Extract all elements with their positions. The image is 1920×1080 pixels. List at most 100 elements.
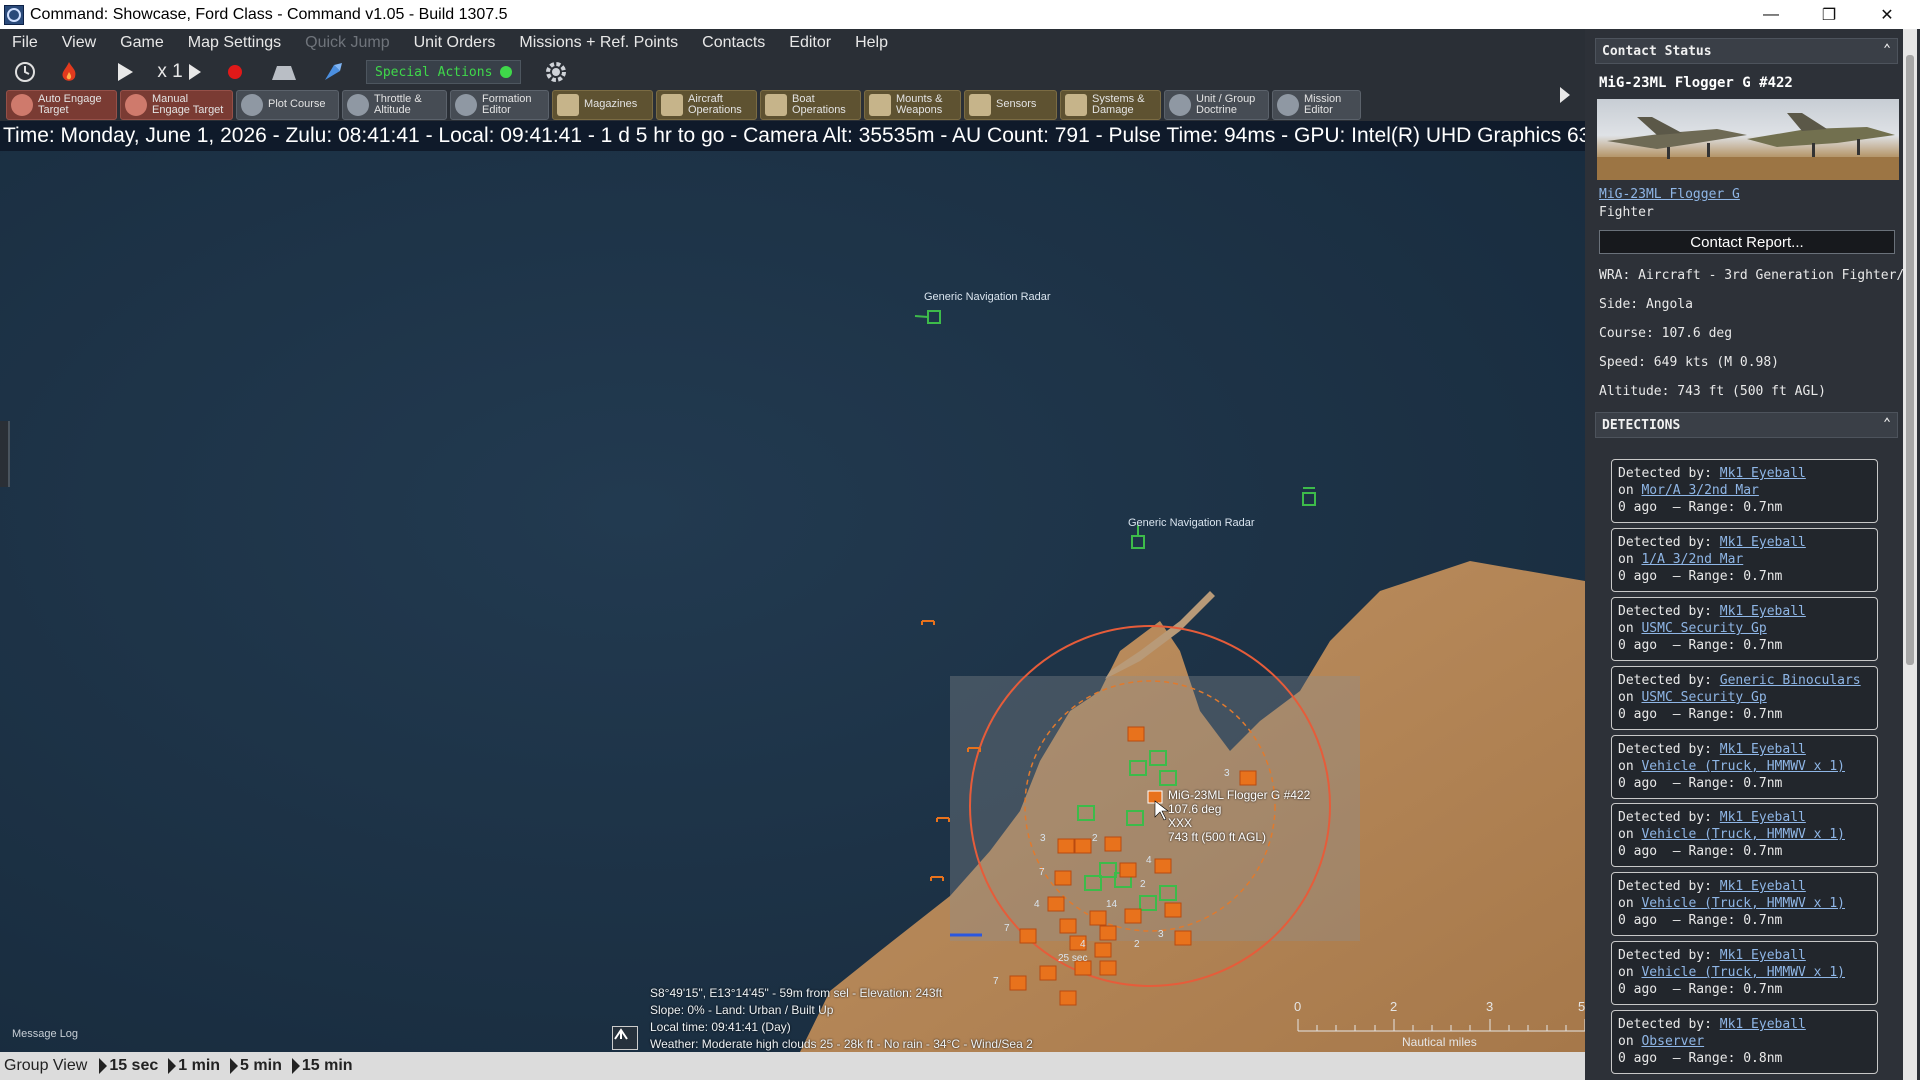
systems-damage-button[interactable]: Systems & Damage xyxy=(1060,89,1161,120)
detection-unit-link[interactable]: 1/A 3/2nd Mar xyxy=(1641,552,1743,567)
menu-file[interactable]: File xyxy=(0,34,50,52)
special-actions-button[interactable]: Special Actions xyxy=(366,60,522,84)
detection-on-prefix: on xyxy=(1618,896,1642,911)
plot-course-button[interactable]: Plot Course xyxy=(236,89,339,120)
manual-engage-button[interactable]: Manual Engage Target xyxy=(120,89,233,120)
detection-unit-link[interactable]: Mor/A 3/2nd Mar xyxy=(1641,483,1758,498)
detection-sensor-link[interactable]: Mk1 Eyeball xyxy=(1720,879,1806,894)
mounts-weapons-button[interactable]: Mounts & Weapons xyxy=(864,89,961,120)
menu-quick-jump[interactable]: Quick Jump xyxy=(293,34,401,52)
message-log-tab[interactable]: Message Log xyxy=(0,1020,600,1042)
detection-time-line: 0 ago – Range: 0.7nm xyxy=(1618,843,1877,860)
doctrine-icon xyxy=(1169,93,1191,116)
menu-contacts[interactable]: Contacts xyxy=(690,34,777,52)
detection-on-line: on Mor/A 3/2nd Mar xyxy=(1618,482,1877,499)
detection-by-line: Detected by: Mk1 Eyeball xyxy=(1618,1016,1877,1033)
radar-label: Generic Navigation Radar xyxy=(1128,517,1255,529)
collapse-panel-button[interactable] xyxy=(1555,81,1575,109)
menu-missions[interactable]: Missions + Ref. Points xyxy=(507,34,690,52)
sensors-button[interactable]: Sensors xyxy=(964,89,1057,120)
detection-unit-link[interactable]: Vehicle (Truck, HMMWV x 1) xyxy=(1641,827,1845,842)
detection-sensor-link[interactable]: Mk1 Eyeball xyxy=(1720,742,1806,757)
cursor-weather: Weather: Moderate high clouds 25 - 28k f… xyxy=(650,1037,1033,1051)
group-icon[interactable] xyxy=(260,58,308,86)
doctrine-button[interactable]: Unit / Group Doctrine xyxy=(1164,89,1269,120)
compass-icon xyxy=(241,93,263,116)
unit-count-label: 3 xyxy=(1224,768,1230,779)
detection-time-line: 0 ago – Range: 0.7nm xyxy=(1618,499,1877,516)
record-icon[interactable] xyxy=(216,58,254,86)
time-step-5min[interactable]: 5 min xyxy=(226,1057,288,1075)
detection-sensor-link[interactable]: Mk1 Eyeball xyxy=(1720,948,1806,963)
detection-sensor-link[interactable]: Mk1 Eyeball xyxy=(1720,810,1806,825)
scrollbar-thumb[interactable] xyxy=(1906,55,1914,665)
detection-time-line: 0 ago – Range: 0.8nm xyxy=(1618,1050,1877,1067)
group-view-button[interactable]: Group View xyxy=(0,1057,95,1075)
magazines-button[interactable]: Magazines xyxy=(552,89,653,120)
side-drawer-handle[interactable] xyxy=(0,421,10,487)
flame-icon[interactable] xyxy=(50,58,88,86)
contact-report-button[interactable]: Contact Report... xyxy=(1599,230,1895,254)
unit-count-label: 4 xyxy=(1034,899,1040,910)
menu-view[interactable]: View xyxy=(50,34,108,52)
speed-button[interactable]: x 1 xyxy=(150,58,210,86)
mission-editor-button[interactable]: Mission Editor xyxy=(1272,89,1361,120)
detection-unit-link[interactable]: Vehicle (Truck, HMMWV x 1) xyxy=(1641,965,1845,980)
unit-count-label: 2 xyxy=(1092,833,1098,844)
detection-sensor-link[interactable]: Mk1 Eyeball xyxy=(1720,535,1806,550)
contact-status-header[interactable]: Contact Status ⌃ xyxy=(1595,38,1898,64)
weapons-icon xyxy=(869,93,891,116)
time-step-1min[interactable]: 1 min xyxy=(164,1057,226,1075)
detection-sensor-link[interactable]: Generic Binoculars xyxy=(1720,673,1861,688)
waypoint-icon[interactable] xyxy=(314,58,352,86)
minimize-button[interactable]: — xyxy=(1742,0,1800,29)
speed-label: x 1 xyxy=(157,61,183,82)
tactical-map[interactable]: Generic Navigation Radar Generic Navigat… xyxy=(0,151,1585,1052)
scale-tick-label: 2 xyxy=(1390,999,1398,1014)
detection-time-line: 0 ago – Range: 0.7nm xyxy=(1618,706,1877,723)
time-step-15sec[interactable]: 15 sec xyxy=(95,1057,164,1075)
menu-map-settings[interactable]: Map Settings xyxy=(176,34,293,52)
detection-age: 0 ago xyxy=(1618,569,1658,584)
panel-scrollbar[interactable] xyxy=(1903,29,1917,1080)
gear-icon[interactable] xyxy=(537,58,575,86)
formation-editor-button[interactable]: Formation Editor xyxy=(450,89,549,120)
chevron-up-icon[interactable]: ⌃ xyxy=(1883,416,1891,431)
sensor-icon xyxy=(969,93,991,116)
detection-unit-link[interactable]: Observer xyxy=(1641,1034,1704,1049)
maximize-button[interactable]: ❐ xyxy=(1800,0,1858,29)
play-icon[interactable] xyxy=(106,58,144,86)
aircraft-operations-button[interactable]: Aircraft Operations xyxy=(656,89,757,120)
map-view-icon[interactable] xyxy=(612,1026,638,1050)
close-button[interactable]: ✕ xyxy=(1858,0,1916,29)
detection-time-line: 0 ago – Range: 0.7nm xyxy=(1618,568,1877,585)
contact-wra: WRA: Aircraft - 3rd Generation Fighter/ xyxy=(1599,268,1904,283)
detection-by-line: Detected by: Mk1 Eyeball xyxy=(1618,947,1877,964)
detection-unit-link[interactable]: USMC Security Gp xyxy=(1641,621,1766,636)
aircraft-class-link[interactable]: MiG-23ML Flogger G xyxy=(1599,187,1740,202)
auto-engage-button[interactable]: Auto Engage Target xyxy=(6,89,117,120)
detection-unit-link[interactable]: USMC Security Gp xyxy=(1641,690,1766,705)
throttle-altitude-button[interactable]: Throttle & Altitude xyxy=(342,89,447,120)
boat-operations-button[interactable]: Boat Operations xyxy=(760,89,861,120)
magazines-icon xyxy=(557,93,579,116)
special-actions-icon xyxy=(500,66,513,78)
menu-unit-orders[interactable]: Unit Orders xyxy=(402,34,508,52)
detection-sensor-link[interactable]: Mk1 Eyeball xyxy=(1720,1017,1806,1032)
detection-unit-link[interactable]: Vehicle (Truck, HMMWV x 1) xyxy=(1641,896,1845,911)
menu-game[interactable]: Game xyxy=(108,34,176,52)
detection-sensor-link[interactable]: Mk1 Eyeball xyxy=(1720,466,1806,481)
detection-age: 0 ago xyxy=(1618,844,1658,859)
menu-help[interactable]: Help xyxy=(843,34,900,52)
detection-sensor-link[interactable]: Mk1 Eyeball xyxy=(1720,604,1806,619)
menu-editor[interactable]: Editor xyxy=(777,34,843,52)
detection-card: Detected by: Mk1 Eyeball on Vehicle (Truc… xyxy=(1611,872,1878,936)
time-step-15min[interactable]: 15 min xyxy=(288,1057,359,1075)
detection-on-line: on USMC Security Gp xyxy=(1618,620,1877,637)
unit-count-label: 4 xyxy=(1146,855,1152,866)
chevron-up-icon[interactable]: ⌃ xyxy=(1883,42,1891,57)
clock-icon[interactable] xyxy=(6,58,44,86)
special-actions-label: Special Actions xyxy=(375,64,493,80)
detections-header[interactable]: DETECTIONS ⌃ xyxy=(1595,412,1898,438)
detection-unit-link[interactable]: Vehicle (Truck, HMMWV x 1) xyxy=(1641,759,1845,774)
